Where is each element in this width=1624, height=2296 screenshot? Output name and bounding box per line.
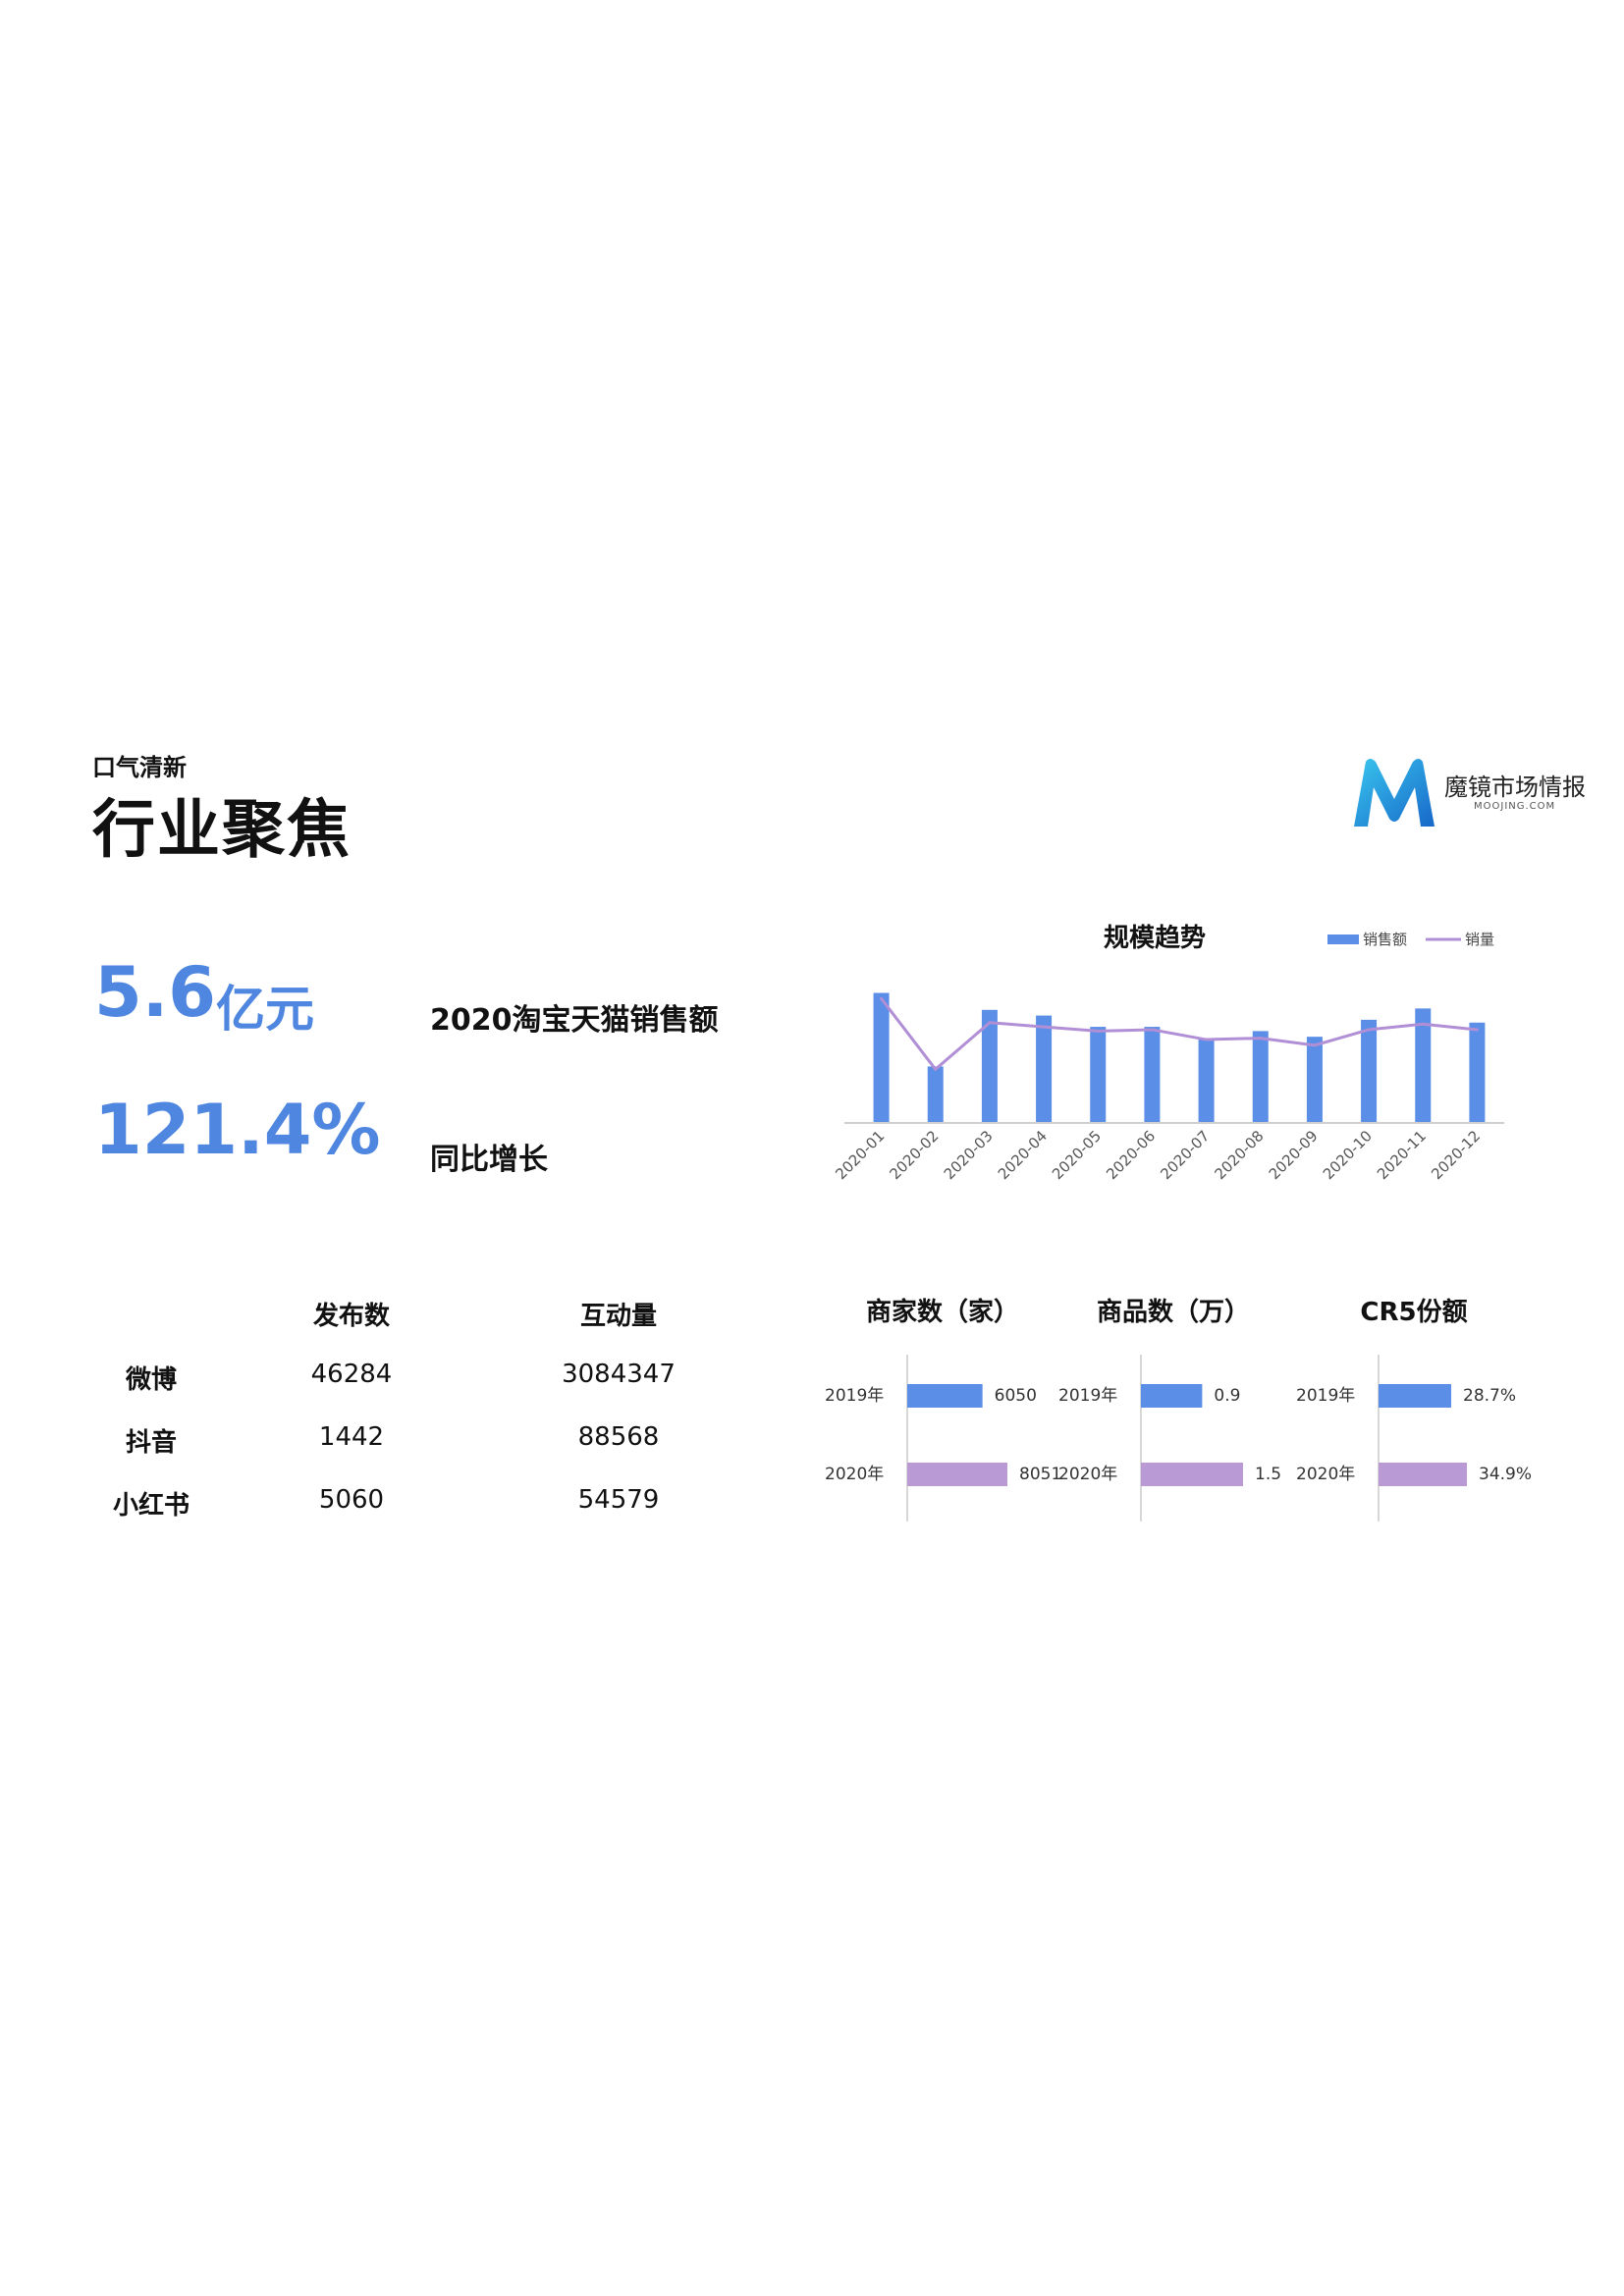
mini-year-label: 2020年: [1296, 1465, 1355, 1484]
mini-value-label: 34.9%: [1479, 1465, 1532, 1484]
line-point: [1313, 1043, 1317, 1047]
mini-bar: [1379, 1463, 1467, 1486]
mini-chart-products: 2019年 0.9 2020年 1.5: [1058, 1355, 1281, 1522]
kpi-sales-value: 5.6: [94, 952, 217, 1033]
table-cell-posts: 46284: [310, 1360, 393, 1389]
line-point: [1367, 1028, 1371, 1032]
line-point: [1421, 1022, 1425, 1026]
mini-year-label: 2020年: [1058, 1465, 1117, 1484]
logo-url: MOOJING.COM: [1474, 801, 1556, 812]
line-point: [988, 1021, 992, 1025]
table-row-label: 小红书: [112, 1491, 189, 1521]
mini-bar: [907, 1463, 1007, 1486]
legend-label: 销售额: [1363, 931, 1407, 948]
bar: [1036, 1015, 1053, 1123]
mini-bar: [1379, 1384, 1452, 1408]
table-cell-posts: 1442: [318, 1422, 385, 1452]
bar: [1090, 1027, 1107, 1123]
mini-year-label: 2020年: [825, 1465, 884, 1484]
mini-bar: [1141, 1384, 1203, 1408]
mini-value-label: 8051: [1019, 1465, 1060, 1484]
bar: [1469, 1022, 1486, 1123]
x-tick-label: 2020-06: [1103, 1127, 1159, 1183]
kpi-growth-value: 121.4%: [94, 1090, 381, 1170]
legend-label: 销量: [1465, 931, 1494, 948]
line-point: [1042, 1025, 1046, 1029]
line-point: [1259, 1037, 1263, 1041]
mini-bar: [1141, 1463, 1243, 1486]
kpi-sales-label: 2020淘宝天猫销售额: [430, 1003, 719, 1038]
line-point: [1475, 1028, 1479, 1032]
logo-name: 魔镜市场情报: [1444, 774, 1586, 801]
mini-year-label: 2019年: [1058, 1386, 1117, 1406]
mini-chart-title-cr5: CR5份额: [1360, 1298, 1468, 1327]
mini-chart-merchants: 2019年 6050 2020年 8051: [825, 1355, 1060, 1522]
kpi-growth-label: 同比增长: [430, 1143, 548, 1177]
mini-value-label: 28.7%: [1463, 1386, 1516, 1406]
bar: [1252, 1031, 1269, 1123]
table-header-interactions: 互动量: [579, 1302, 657, 1331]
table-cell-interactions: 88568: [577, 1422, 660, 1452]
x-tick-label: 2020-03: [941, 1127, 997, 1183]
mini-year-label: 2019年: [825, 1386, 884, 1406]
line-point: [934, 1067, 938, 1071]
x-tick-label: 2020-12: [1428, 1127, 1484, 1183]
x-tick-label: 2020-09: [1266, 1127, 1322, 1183]
mini-value-label: 6050: [995, 1386, 1037, 1406]
bar: [1361, 1019, 1378, 1123]
bar: [927, 1066, 944, 1123]
x-tick-label: 2020-05: [1049, 1127, 1105, 1183]
bar: [1198, 1038, 1215, 1123]
mini-chart-title-products: 商品数（万）: [1096, 1298, 1250, 1327]
bar: [1306, 1037, 1323, 1123]
x-tick-label: 2020-04: [995, 1127, 1051, 1183]
mini-value-label: 1.5: [1255, 1465, 1281, 1484]
page-title: 行业聚焦: [92, 794, 352, 867]
kpi-sales-unit: 亿元: [216, 981, 314, 1038]
mini-chart-title-merchants: 商家数（家）: [865, 1298, 1019, 1327]
x-tick-label: 2020-11: [1374, 1127, 1430, 1183]
legend-swatch-bar: [1327, 934, 1359, 944]
x-tick-label: 2020-07: [1157, 1127, 1213, 1183]
brand-logo: 魔镜市场情报 MOOJING.COM: [1350, 754, 1586, 832]
table-cell-interactions: 54579: [577, 1485, 660, 1515]
line-point: [1096, 1029, 1100, 1033]
line-point: [880, 996, 884, 1000]
line-point: [1205, 1038, 1209, 1041]
bar: [873, 992, 890, 1123]
category-label: 口气清新: [92, 754, 187, 781]
table-cell-posts: 5060: [318, 1485, 385, 1515]
bar: [1144, 1027, 1161, 1123]
x-tick-label: 2020-10: [1320, 1127, 1376, 1183]
x-tick-label: 2020-02: [887, 1127, 943, 1183]
table-header-posts: 发布数: [312, 1302, 390, 1331]
mini-bar: [907, 1384, 983, 1408]
series-line: [880, 997, 1478, 1072]
table-cell-interactions: 3084347: [562, 1360, 676, 1389]
table-row-label: 抖音: [125, 1428, 177, 1458]
mini-year-label: 2019年: [1296, 1386, 1355, 1406]
x-tick-label: 2020-01: [832, 1127, 888, 1183]
table-row-label: 微博: [125, 1365, 177, 1395]
line-point: [1150, 1028, 1154, 1032]
chart-title: 规模趋势: [1104, 924, 1206, 953]
trend-chart: 规模趋势 销售额 销量2020-012020-022020-032020-04202…: [832, 924, 1504, 1183]
logo-m-icon: [1354, 759, 1435, 827]
mini-value-label: 0.9: [1214, 1386, 1240, 1406]
x-tick-label: 2020-08: [1212, 1127, 1268, 1183]
mini-chart-cr5: 2019年 28.7% 2020年 34.9%: [1296, 1355, 1532, 1522]
